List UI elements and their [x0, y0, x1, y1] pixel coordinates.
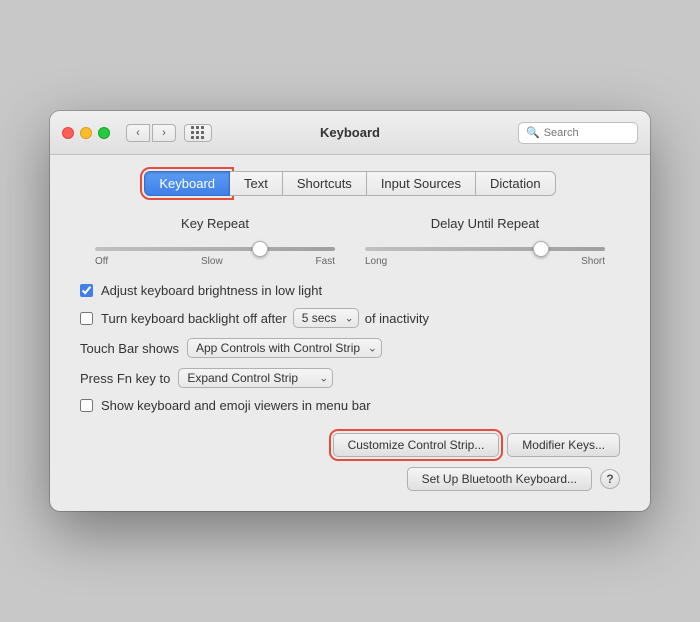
emoji-viewer-checkbox[interactable] [80, 399, 93, 412]
fn-key-row: Press Fn key to Expand Control Strip Sho… [70, 368, 630, 388]
delay-repeat-slider[interactable] [365, 247, 605, 251]
bottom-row: Set Up Bluetooth Keyboard... ? [70, 467, 630, 491]
brightness-checkbox[interactable] [80, 284, 93, 297]
delay-repeat-ticks: Long Short [365, 256, 605, 267]
backlight-duration-select[interactable]: 5 secs 1 min 5 mins [293, 308, 359, 328]
tab-input-sources[interactable]: Input Sources [367, 171, 476, 196]
tab-keyboard[interactable]: Keyboard [144, 171, 230, 196]
touch-bar-label: Touch Bar shows [80, 341, 179, 356]
key-repeat-off: Off [95, 256, 108, 267]
help-button[interactable]: ? [600, 469, 620, 489]
key-repeat-label: Key Repeat [95, 216, 335, 231]
touch-bar-select-wrapper: App Controls with Control Strip App Cont… [187, 338, 382, 358]
touch-bar-select[interactable]: App Controls with Control Strip App Cont… [187, 338, 382, 358]
key-repeat-slider[interactable] [95, 247, 335, 251]
back-button[interactable]: ‹ [126, 124, 150, 142]
search-box[interactable]: 🔍 [518, 122, 638, 144]
delay-repeat-label: Delay Until Repeat [365, 216, 605, 231]
search-input[interactable] [544, 127, 630, 139]
grid-icon [191, 126, 205, 140]
customize-button[interactable]: Customize Control Strip... [333, 433, 500, 457]
key-repeat-slow: Slow [201, 256, 223, 267]
touch-bar-row: Touch Bar shows App Controls with Contro… [70, 338, 630, 358]
content-area: Keyboard Text Shortcuts Input Sources Di… [50, 155, 650, 511]
backlight-suffix: of inactivity [365, 311, 429, 326]
bottom-right-buttons: Customize Control Strip... Modifier Keys… [333, 433, 620, 457]
emoji-viewer-row: Show keyboard and emoji viewers in menu … [70, 398, 630, 413]
brightness-label: Adjust keyboard brightness in low light [101, 283, 322, 298]
window-title: Keyboard [320, 125, 380, 140]
maximize-button[interactable] [98, 127, 110, 139]
fn-key-select[interactable]: Expand Control Strip Show F1, F2, etc. K… [178, 368, 333, 388]
backlight-row: Turn keyboard backlight off after 5 secs… [70, 308, 630, 328]
search-icon: 🔍 [526, 126, 540, 139]
titlebar: ‹ › Keyboard 🔍 [50, 111, 650, 155]
key-repeat-ticks: Off Slow Fast [95, 256, 335, 267]
tab-dictation[interactable]: Dictation [476, 171, 556, 196]
backlight-checkbox[interactable] [80, 312, 93, 325]
traffic-lights [62, 127, 110, 139]
forward-button[interactable]: › [152, 124, 176, 142]
modifier-keys-button[interactable]: Modifier Keys... [507, 433, 620, 457]
fn-key-select-wrapper: Expand Control Strip Show F1, F2, etc. K… [178, 368, 333, 388]
nav-buttons: ‹ › [126, 124, 176, 142]
fn-key-label: Press Fn key to [80, 371, 170, 386]
key-repeat-group: Key Repeat Off Slow Fast [95, 216, 335, 267]
brightness-row: Adjust keyboard brightness in low light [70, 283, 630, 298]
grid-button[interactable] [184, 124, 212, 142]
bottom-buttons-row: Customize Control Strip... Modifier Keys… [70, 433, 630, 457]
close-button[interactable] [62, 127, 74, 139]
minimize-button[interactable] [80, 127, 92, 139]
delay-short: Short [581, 256, 605, 267]
backlight-duration-wrapper: 5 secs 1 min 5 mins [293, 308, 359, 328]
delay-long: Long [365, 256, 387, 267]
tab-bar: Keyboard Text Shortcuts Input Sources Di… [70, 171, 630, 196]
keyboard-preferences-window: ‹ › Keyboard 🔍 Keyboard Text Shortcuts I… [50, 111, 650, 511]
bluetooth-keyboard-button[interactable]: Set Up Bluetooth Keyboard... [407, 467, 592, 491]
tab-shortcuts[interactable]: Shortcuts [283, 171, 367, 196]
delay-repeat-group: Delay Until Repeat Long Short [365, 216, 605, 267]
tab-text[interactable]: Text [230, 171, 283, 196]
key-repeat-fast: Fast [316, 256, 335, 267]
emoji-viewer-label: Show keyboard and emoji viewers in menu … [101, 398, 371, 413]
sliders-row: Key Repeat Off Slow Fast Delay Until Rep… [70, 216, 630, 267]
backlight-prefix: Turn keyboard backlight off after [101, 311, 287, 326]
